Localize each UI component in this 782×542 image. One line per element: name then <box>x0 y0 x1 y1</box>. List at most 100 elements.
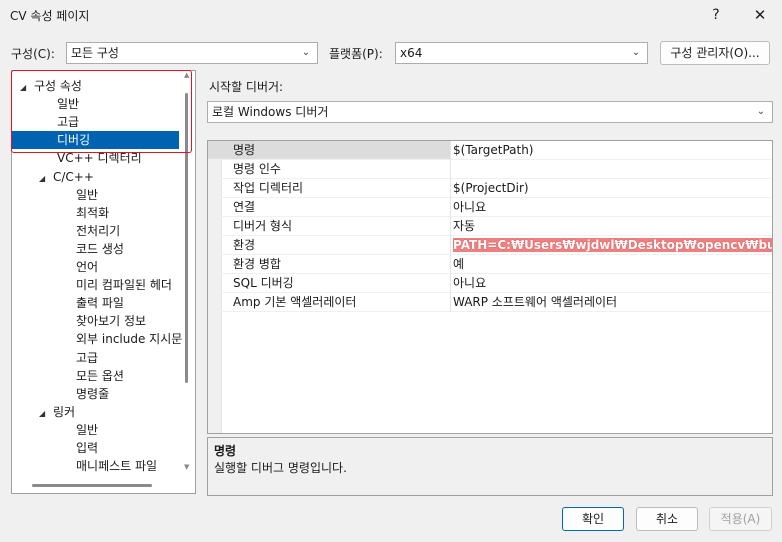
property-value-cell[interactable] <box>451 160 772 179</box>
tree-item[interactable]: 일반 <box>57 95 79 113</box>
tree-item-label: 고급 <box>57 115 80 130</box>
tree-item-label: 매니페스트 파일 <box>76 459 158 474</box>
property-grid: 명령 $(TargetPath) 명령 인수 작업 디렉터리 $(ProjectDir)… <box>207 140 773 434</box>
property-value-cell[interactable]: WARP 소프트웨어 액셀러레이터 <box>451 293 772 312</box>
property-row[interactable]: 명령 $(TargetPath) <box>208 141 772 160</box>
close-button[interactable]: ✕ <box>748 4 772 26</box>
expand-triangle-icon[interactable]: ◢ <box>20 79 34 97</box>
tree-item-label: 명령줄 <box>76 386 110 401</box>
config-manager-button[interactable]: 구성 관리자(O)... <box>660 41 770 65</box>
property-row[interactable]: 연결 아니요 <box>208 198 772 217</box>
property-value[interactable]: $(TargetPath) <box>453 143 533 157</box>
chevron-down-icon: ⌄ <box>756 106 766 117</box>
property-row[interactable]: 환경PATH=C:₩Users₩wjdwl₩Desktop₩opencv₩bui… <box>208 236 772 255</box>
tree-item[interactable]: VC++ 디렉터리 <box>57 149 142 167</box>
tree-item-label: 링커 <box>53 404 76 419</box>
property-value-cell[interactable]: PATH=C:₩Users₩wjdwl₩Desktop₩opencv₩build… <box>451 236 772 255</box>
description-title: 명령 <box>214 444 237 458</box>
property-value[interactable]: WARP 소프트웨어 액셀러레이터 <box>453 295 617 309</box>
tree-item[interactable]: 전처리기 <box>76 222 120 240</box>
property-name: 작업 디렉터리 <box>208 179 450 198</box>
platform-dropdown[interactable]: x64 ⌄ <box>395 42 648 64</box>
tree-item[interactable]: 미리 컴파일된 헤더 <box>76 276 172 294</box>
tree-item[interactable]: ◢ 구성 속성 <box>20 77 82 95</box>
tree-item[interactable]: 명령줄 <box>76 385 109 403</box>
property-tree[interactable]: ◢ 구성 속성 일반 고급 디버깅 VC++ 디렉터리 ◢ C/C++ 일반 최적화 전처리기 코드 … <box>11 70 196 494</box>
tree-item[interactable]: 최적화 <box>76 204 109 222</box>
vertical-scrollbar-thumb[interactable] <box>185 93 188 383</box>
expand-triangle-icon[interactable]: ◢ <box>39 170 53 188</box>
property-value[interactable]: 아니요 <box>453 276 486 290</box>
column-separator[interactable] <box>450 141 451 312</box>
tree-item[interactable]: ◢ 링커 <box>39 403 75 421</box>
title-bar: CV 속성 페이지 ? ✕ <box>0 0 782 30</box>
property-value-cell[interactable]: 자동 <box>451 217 772 236</box>
property-name: 환경 <box>208 236 450 255</box>
tree-item[interactable]: 고급 <box>76 349 98 367</box>
tree-item[interactable]: 코드 생성 <box>76 240 124 258</box>
platform-label: 플랫폼(P): <box>329 47 383 61</box>
tree-item[interactable]: 언어 <box>76 258 98 276</box>
tree-item[interactable]: ◢ C/C++ <box>39 168 94 186</box>
tree-item-label: 최적화 <box>76 205 110 220</box>
property-row[interactable]: 작업 디렉터리 $(ProjectDir) <box>208 179 772 198</box>
property-value-cell[interactable]: $(ProjectDir) <box>451 179 772 198</box>
tree-item[interactable]: 입력 <box>76 439 98 457</box>
tree-item-label: 전처리기 <box>76 223 121 238</box>
tree-item-label: 일반 <box>76 187 99 202</box>
description-text: 실행할 디버그 명령입니다. <box>214 461 347 475</box>
tree-item-label: 미리 컴파일된 헤더 <box>76 278 172 293</box>
debugger-label: 시작할 디버거: <box>209 80 284 94</box>
tree-item-label: VC++ 디렉터리 <box>57 151 142 166</box>
expand-triangle-icon[interactable]: ◢ <box>39 405 53 423</box>
property-row[interactable]: 환경 병합 예 <box>208 255 772 274</box>
tree-item[interactable]: 매니페스트 파일 <box>76 457 157 475</box>
tree-item[interactable]: 모든 옵션 <box>76 367 124 385</box>
tree-item[interactable]: 일반 <box>76 421 98 439</box>
tree-item[interactable]: 디버깅 <box>12 131 179 150</box>
property-name: 명령 <box>208 141 450 160</box>
tree-item-label: 입력 <box>76 441 99 455</box>
property-value[interactable]: 예 <box>453 257 464 271</box>
property-row[interactable]: 디버거 형식 자동 <box>208 217 772 236</box>
property-name: SQL 디버깅 <box>208 274 450 293</box>
tree-item-label: 고급 <box>76 350 99 365</box>
chevron-down-icon: ⌄ <box>301 47 311 58</box>
tree-item-label: 출력 파일 <box>76 296 124 311</box>
window-title: CV 속성 페이지 <box>10 9 90 23</box>
scroll-down-icon[interactable]: ▼ <box>184 463 189 471</box>
debugger-dropdown[interactable]: 로컬 Windows 디버거 ⌄ <box>207 101 773 123</box>
property-value[interactable]: PATH=C:₩Users₩wjdwl₩Desktop₩opencv₩build… <box>453 238 772 252</box>
property-row[interactable]: Amp 기본 액셀러레이터 WARP 소프트웨어 액셀러레이터 <box>208 293 772 312</box>
property-value-cell[interactable]: $(TargetPath) <box>451 141 772 160</box>
apply-button[interactable]: 적용(A) <box>709 507 772 531</box>
tree-item[interactable]: 일반 <box>76 186 98 204</box>
property-value-cell[interactable]: 예 <box>451 255 772 274</box>
property-value[interactable]: 아니요 <box>453 200 486 214</box>
tree-item-label: 일반 <box>76 422 99 437</box>
tree-item-label: 일반 <box>57 97 80 112</box>
property-value[interactable]: $(ProjectDir) <box>453 181 529 195</box>
tree-item[interactable]: 찾아보기 정보 <box>76 312 146 330</box>
property-row[interactable]: 명령 인수 <box>208 160 772 179</box>
tree-item-label: 모든 옵션 <box>76 368 124 383</box>
horizontal-scrollbar-thumb[interactable] <box>32 484 152 487</box>
ok-button[interactable]: 확인 <box>562 507 624 531</box>
scroll-up-icon[interactable]: ▲ <box>184 71 189 79</box>
property-value-cell[interactable]: 아니요 <box>451 198 772 217</box>
tree-item-label: C/C++ <box>53 169 94 184</box>
help-button[interactable]: ? <box>704 4 728 26</box>
property-row[interactable]: SQL 디버깅 아니요 <box>208 274 772 293</box>
debugger-value: 로컬 Windows 디버거 <box>212 105 329 119</box>
property-value[interactable]: 자동 <box>453 219 475 233</box>
cancel-button[interactable]: 취소 <box>636 507 698 531</box>
tree-item[interactable]: 외부 include 지시문 <box>76 330 182 348</box>
config-dropdown[interactable]: 모든 구성 ⌄ <box>66 42 318 64</box>
config-label: 구성(C): <box>11 47 55 61</box>
tree-item[interactable]: 출력 파일 <box>76 294 124 312</box>
description-panel: 명령 실행할 디버그 명령입니다. <box>207 437 773 496</box>
property-name: 연결 <box>208 198 450 217</box>
tree-item[interactable]: 고급 <box>57 113 79 131</box>
property-value-cell[interactable]: 아니요 <box>451 274 772 293</box>
config-value: 모든 구성 <box>71 46 119 60</box>
